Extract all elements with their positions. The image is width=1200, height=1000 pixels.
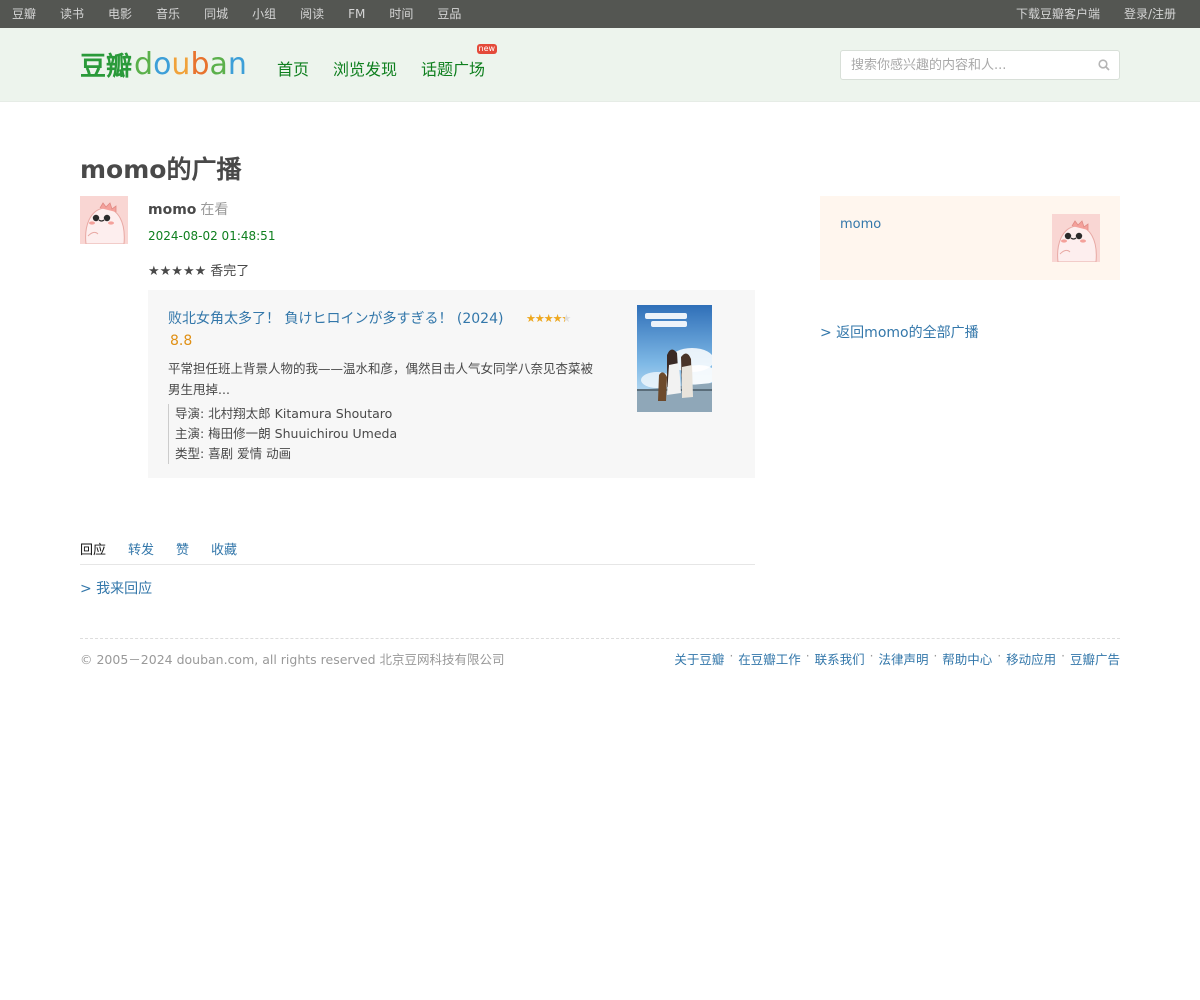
back-to-all-statuses-link[interactable]: > 返回momo的全部广播 (820, 322, 979, 342)
footer-separator: · (805, 649, 810, 663)
sidebar-user-avatar[interactable] (1052, 214, 1100, 262)
movie-meta: 导演: 北村翔太郎 Kitamura Shoutaro 主演: 梅田修一朗 Sh… (168, 404, 397, 464)
status-rating: ★★★★★ 香完了 (148, 260, 249, 279)
site-header: 豆瓣 douban 首页 浏览发现 话题广场 new (0, 28, 1200, 102)
footer-link-help[interactable]: 帮助中心 (942, 649, 992, 668)
page-title: momo的广播 (80, 155, 242, 184)
movie-genre: 类型: 喜剧 爱情 动画 (175, 446, 292, 461)
add-reply-link[interactable]: > 我来回应 (80, 578, 152, 598)
douban-logo[interactable]: 豆瓣 douban (80, 46, 247, 83)
search-icon[interactable] (1098, 59, 1110, 71)
avatar-image (80, 196, 128, 244)
footer-link-about[interactable]: 关于豆瓣 (674, 649, 724, 668)
movie-cast: 主演: 梅田修一朗 Shuuichirou Umeda (175, 426, 398, 441)
footer-separator: · (729, 649, 734, 663)
user-avatar[interactable] (80, 196, 128, 244)
global-nav: 豆瓣 读书 电影 音乐 同城 小组 阅读 FM 时间 豆品 (0, 0, 473, 28)
footer-link-jobs[interactable]: 在豆瓣工作 (738, 649, 801, 668)
movie-poster-image (637, 305, 712, 412)
sidebar-avatar-image (1052, 214, 1100, 262)
search-input[interactable] (841, 51, 1081, 79)
global-top-bar: 豆瓣 读书 电影 音乐 同城 小组 阅读 FM 时间 豆品 下载豆瓣客户端 登录… (0, 0, 1200, 28)
top-right-links: 下载豆瓣客户端 登录/注册 (992, 0, 1176, 28)
global-nav-market[interactable]: 豆品 (437, 0, 461, 28)
login-register-link[interactable]: 登录/注册 (1124, 0, 1176, 28)
global-nav-books[interactable]: 读书 (60, 0, 84, 28)
footer-link-ads[interactable]: 豆瓣广告 (1070, 649, 1120, 668)
footer-link-mobile[interactable]: 移动应用 (1006, 649, 1056, 668)
tab-replies[interactable]: 回应 (80, 539, 106, 564)
global-nav-groups[interactable]: 小组 (252, 0, 276, 28)
tab-like[interactable]: 赞 (176, 539, 189, 564)
footer-link-contact[interactable]: 联系我们 (815, 649, 865, 668)
nav-explore[interactable]: 浏览发现 (333, 56, 397, 80)
main-nav: 首页 浏览发现 话题广场 new (277, 44, 509, 80)
movie-director: 导演: 北村翔太郎 Kitamura Shoutaro (175, 406, 393, 421)
nav-topics-label: 话题广场 (421, 60, 486, 79)
footer-link-legal[interactable]: 法律声明 (878, 649, 928, 668)
global-nav-movies[interactable]: 电影 (108, 0, 132, 28)
footer-separator: · (933, 649, 938, 663)
footer-links: 关于豆瓣 · 在豆瓣工作 · 联系我们 · 法律声明 · 帮助中心 · 移动应用 · 豆瓣广… (674, 649, 1120, 668)
nav-topics[interactable]: 话题广场 new (421, 44, 498, 80)
tab-collect[interactable]: 收藏 (211, 539, 237, 564)
movie-description: 平常担任班上背景人物的我——温水和彦，偶然目击人气女同学八奈见杏菜被男生甩掉..… (168, 361, 594, 397)
sidebar-user-name[interactable]: momo (840, 217, 881, 232)
search-box (840, 50, 1120, 80)
rating-comment: 香完了 (210, 264, 250, 279)
global-nav-time[interactable]: 时间 (389, 0, 413, 28)
movie-title-link[interactable]: 败北女角太多了！ 負けヒロインが多すぎる！ (2024) (168, 308, 503, 328)
rating-stars: ★★★★★ (148, 264, 207, 279)
interaction-tabs: 回应 转发 赞 收藏 (80, 539, 755, 565)
global-nav-local[interactable]: 同城 (204, 0, 228, 28)
nav-home[interactable]: 首页 (277, 56, 309, 80)
movie-score: 8.8 (170, 333, 193, 349)
movie-card: 败北女角太多了！ 負けヒロインが多すぎる！ (2024) ★★★★★★★★★★ … (148, 290, 755, 478)
footer-copyright: © 2005－2024 douban.com, all rights reser… (80, 652, 505, 667)
global-nav-read[interactable]: 阅读 (300, 0, 324, 28)
download-app-link[interactable]: 下载豆瓣客户端 (1016, 0, 1100, 28)
status-action: 在看 (200, 202, 229, 218)
global-nav-music[interactable]: 音乐 (156, 0, 180, 28)
status-timestamp[interactable]: 2024-08-02 01:48:51 (148, 229, 275, 243)
sidebar-user-card: momo (820, 196, 1120, 280)
footer-separator: · (869, 649, 874, 663)
status-author-name[interactable]: momo (148, 202, 196, 218)
footer-separator: · (1061, 649, 1065, 663)
tab-reshare[interactable]: 转发 (128, 539, 154, 564)
movie-poster[interactable] (637, 305, 712, 412)
logo-chinese: 豆瓣 (80, 52, 133, 82)
footer-separator: · (997, 649, 1002, 663)
global-nav-fm[interactable]: FM (348, 0, 365, 28)
status-author: momo 在看 (148, 199, 228, 219)
site-footer: © 2005－2024 douban.com, all rights reser… (80, 638, 1120, 667)
global-nav-douban[interactable]: 豆瓣 (12, 0, 36, 28)
logo-english: douban (134, 47, 247, 82)
new-badge: new (476, 44, 498, 54)
movie-rating-stars: ★★★★★★★★★★ (526, 312, 571, 325)
